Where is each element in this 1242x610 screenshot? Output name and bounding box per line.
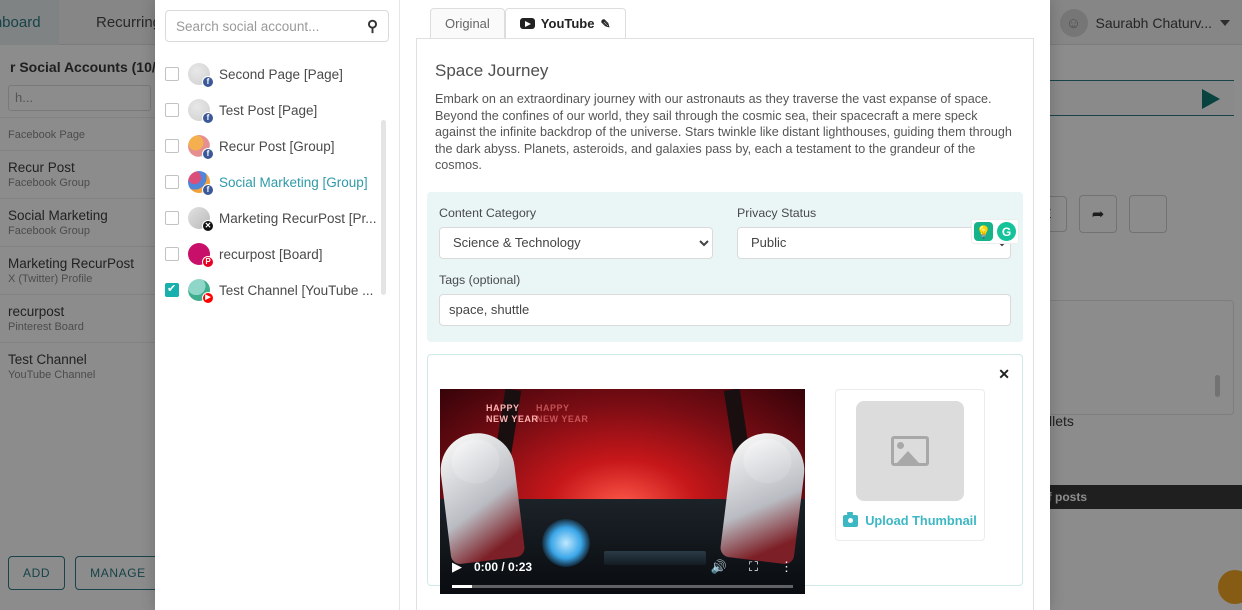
avatar: f [188, 63, 214, 88]
more-options-icon[interactable]: ⋮ [780, 559, 793, 575]
avatar: ▶ [188, 279, 214, 304]
search-input[interactable] [176, 18, 367, 34]
account-label: Social Marketing [Group] [219, 174, 368, 190]
account-checkbox[interactable] [165, 67, 179, 81]
account-checkbox[interactable] [165, 211, 179, 225]
facebook-badge-icon: f [202, 184, 214, 196]
x-twitter-badge-icon: ✕ [202, 220, 214, 232]
video-controls: ▶ 0:00 / 0:23 🔊 ⛶ ⋮ [440, 554, 805, 580]
play-icon[interactable]: ▶ [452, 559, 462, 575]
pencil-icon[interactable]: ✎ [600, 17, 610, 31]
youtube-metadata-box: Content Category Science & Technology Pr… [427, 191, 1023, 342]
page-title: Space Journey [435, 61, 549, 80]
account-list-item[interactable]: f Recur Post [Group] [165, 128, 389, 164]
account-label: Test Channel [YouTube ... [219, 282, 374, 298]
close-icon[interactable]: ✕ [998, 367, 1010, 381]
writing-assistant-icons: 💡 G [971, 219, 1019, 244]
thumbnail-upload-card[interactable]: Upload Thumbnail [835, 388, 985, 541]
video-overlay-line1: HAPPY [486, 402, 520, 413]
account-list-item[interactable]: ✕ Marketing RecurPost [Pr... [165, 200, 389, 236]
post-editor-modal: ⚲ f Second Page [Page] f Test Post [Page… [155, 0, 1050, 610]
video-progress-bar[interactable] [452, 584, 793, 588]
tags-input[interactable] [439, 293, 1011, 326]
video-preview[interactable]: HAPPY NEW YEAR HAPPY NEW YEAR ▶ 0:00 / 0… [440, 388, 805, 594]
privacy-status-label: Privacy Status [737, 205, 817, 220]
grammarly-icon[interactable]: G [997, 222, 1016, 241]
privacy-status-select[interactable]: Public [737, 226, 1011, 259]
post-body-text[interactable]: Embark on an extraordinary journey with … [417, 81, 1033, 174]
account-checkbox[interactable] [165, 282, 179, 297]
facebook-badge-icon: f [202, 76, 214, 88]
editor-tabs: Original YouTube ✎ [400, 0, 1050, 38]
account-list-scrollbar[interactable] [381, 120, 386, 295]
tags-label: Tags (optional) [439, 272, 521, 287]
account-list-item[interactable]: f Test Post [Page] [165, 92, 389, 128]
account-search-wrapper[interactable]: ⚲ [165, 10, 389, 42]
video-overlay-line2: NEW YEAR [486, 413, 539, 424]
content-category-label: Content Category [439, 205, 537, 220]
upload-thumbnail-button[interactable]: Upload Thumbnail [843, 511, 977, 528]
account-list-item[interactable]: P recurpost [Board] [165, 236, 389, 272]
video-time: 0:00 / 0:23 [474, 559, 533, 574]
account-label: Recur Post [Group] [219, 138, 335, 154]
youtube-badge-icon: ▶ [202, 292, 214, 304]
content-category-field: Content Category Science & Technology [439, 206, 713, 259]
account-label: recurpost [Board] [219, 246, 323, 262]
video-overlay-faded-line1: HAPPY [536, 402, 570, 413]
lightbulb-icon[interactable]: 💡 [974, 222, 993, 241]
volume-icon[interactable]: 🔊 [711, 559, 727, 575]
account-label: Second Page [Page] [219, 66, 343, 82]
account-list-item[interactable]: f Social Marketing [Group] [165, 164, 389, 200]
avatar: f [188, 135, 214, 160]
youtube-icon [519, 18, 535, 29]
avatar: ✕ [188, 207, 214, 232]
account-checkbox[interactable] [165, 175, 179, 189]
upload-thumbnail-label: Upload Thumbnail [865, 513, 977, 528]
image-placeholder-icon [856, 401, 964, 501]
media-attachment-box: ✕ HAPPY NEW YEAR HAPPY NEW YEAR ▶ 0:00 /… [427, 353, 1023, 594]
account-label: Test Post [Page] [219, 102, 318, 118]
avatar: P [188, 243, 214, 268]
fullscreen-icon[interactable]: ⛶ [749, 559, 758, 575]
media-row: HAPPY NEW YEAR HAPPY NEW YEAR ▶ 0:00 / 0… [440, 388, 1010, 594]
account-checkbox[interactable] [165, 139, 179, 153]
account-list-item[interactable]: ▶ Test Channel [YouTube ... [165, 272, 389, 308]
pinterest-badge-icon: P [202, 256, 214, 268]
account-list: f Second Page [Page] f Test Post [Page] … [165, 56, 389, 308]
tab-youtube-label: YouTube [540, 16, 595, 31]
post-editor-panel: Original YouTube ✎ Space Journey Embark … [400, 0, 1050, 610]
facebook-badge-icon: f [202, 148, 214, 160]
editor-content-panel: Space Journey Embark on an extraordinary… [416, 38, 1034, 610]
video-overlay-text: HAPPY NEW YEAR [486, 403, 538, 425]
video-overlay-faded-line2: NEW YEAR [536, 413, 589, 424]
avatar: f [188, 99, 214, 124]
account-selector-panel: ⚲ f Second Page [Page] f Test Post [Page… [155, 0, 400, 610]
account-checkbox[interactable] [165, 103, 179, 117]
facebook-badge-icon: f [202, 112, 214, 124]
content-category-select[interactable]: Science & Technology [439, 226, 713, 259]
account-list-item[interactable]: f Second Page [Page] [165, 56, 389, 92]
tags-field: Tags (optional) [439, 273, 1011, 326]
tab-original[interactable]: Original [430, 8, 505, 38]
privacy-status-field: Privacy Status Public [737, 206, 1011, 259]
account-checkbox[interactable] [165, 247, 179, 261]
video-overlay-text-faded: HAPPY NEW YEAR [536, 403, 588, 425]
search-icon[interactable]: ⚲ [367, 17, 378, 35]
metadata-row: Content Category Science & Technology Pr… [439, 206, 1011, 259]
account-label: Marketing RecurPost [Pr... [219, 210, 377, 226]
tab-original-label: Original [445, 16, 490, 31]
camera-icon [843, 511, 859, 527]
tab-youtube[interactable]: YouTube ✎ [504, 8, 626, 38]
avatar: f [188, 171, 214, 196]
